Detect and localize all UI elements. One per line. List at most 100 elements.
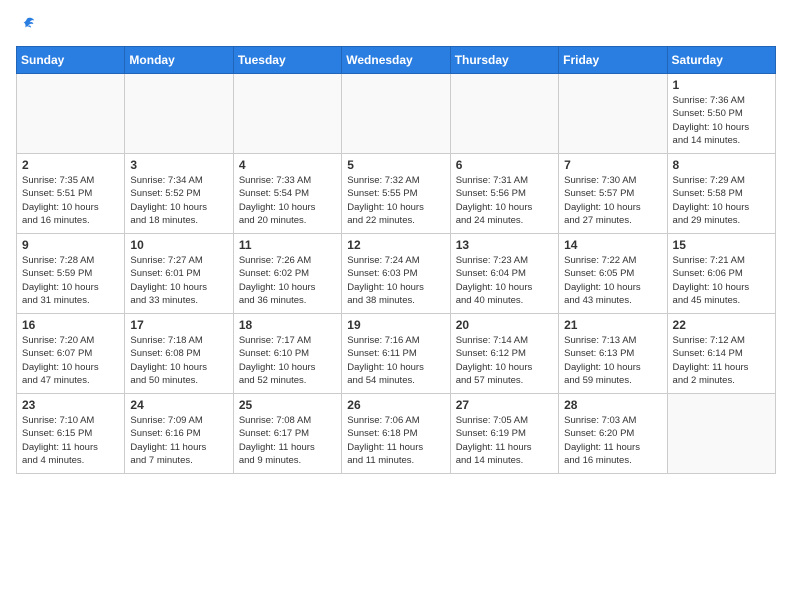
calendar-day-cell: 26 Sunrise: 7:06 AM Sunset: 6:18 PM Dayli… (342, 394, 450, 474)
day-info: Sunrise: 7:17 AM Sunset: 6:10 PM Dayligh… (239, 334, 336, 387)
day-number: 24 (130, 398, 227, 412)
day-number: 20 (456, 318, 553, 332)
calendar-day-cell: 5 Sunrise: 7:32 AM Sunset: 5:55 PM Daylig… (342, 154, 450, 234)
calendar-week-row: 2 Sunrise: 7:35 AM Sunset: 5:51 PM Daylig… (17, 154, 776, 234)
day-info: Sunrise: 7:18 AM Sunset: 6:08 PM Dayligh… (130, 334, 227, 387)
day-info: Sunrise: 7:33 AM Sunset: 5:54 PM Dayligh… (239, 174, 336, 227)
day-number: 25 (239, 398, 336, 412)
logo-bird-icon (18, 16, 36, 34)
calendar-day-cell: 10 Sunrise: 7:27 AM Sunset: 6:01 PM Dayli… (125, 234, 233, 314)
day-info: Sunrise: 7:13 AM Sunset: 6:13 PM Dayligh… (564, 334, 661, 387)
day-info: Sunrise: 7:21 AM Sunset: 6:06 PM Dayligh… (673, 254, 770, 307)
calendar-day-cell (667, 394, 775, 474)
day-number: 18 (239, 318, 336, 332)
day-info: Sunrise: 7:24 AM Sunset: 6:03 PM Dayligh… (347, 254, 444, 307)
day-number: 23 (22, 398, 119, 412)
calendar-day-cell: 27 Sunrise: 7:05 AM Sunset: 6:19 PM Dayli… (450, 394, 558, 474)
calendar-day-cell: 23 Sunrise: 7:10 AM Sunset: 6:15 PM Dayli… (17, 394, 125, 474)
day-info: Sunrise: 7:36 AM Sunset: 5:50 PM Dayligh… (673, 94, 770, 147)
day-info: Sunrise: 7:14 AM Sunset: 6:12 PM Dayligh… (456, 334, 553, 387)
calendar-day-cell: 21 Sunrise: 7:13 AM Sunset: 6:13 PM Dayli… (559, 314, 667, 394)
weekday-header-thursday: Thursday (450, 47, 558, 74)
day-number: 14 (564, 238, 661, 252)
day-info: Sunrise: 7:10 AM Sunset: 6:15 PM Dayligh… (22, 414, 119, 467)
calendar-day-cell: 9 Sunrise: 7:28 AM Sunset: 5:59 PM Daylig… (17, 234, 125, 314)
day-number: 21 (564, 318, 661, 332)
calendar-day-cell: 15 Sunrise: 7:21 AM Sunset: 6:06 PM Dayli… (667, 234, 775, 314)
calendar-day-cell: 14 Sunrise: 7:22 AM Sunset: 6:05 PM Dayli… (559, 234, 667, 314)
weekday-header-tuesday: Tuesday (233, 47, 341, 74)
day-number: 28 (564, 398, 661, 412)
day-number: 16 (22, 318, 119, 332)
day-number: 26 (347, 398, 444, 412)
day-number: 10 (130, 238, 227, 252)
weekday-header-friday: Friday (559, 47, 667, 74)
calendar-day-cell (233, 74, 341, 154)
calendar-day-cell: 8 Sunrise: 7:29 AM Sunset: 5:58 PM Daylig… (667, 154, 775, 234)
weekday-header-monday: Monday (125, 47, 233, 74)
calendar-day-cell: 12 Sunrise: 7:24 AM Sunset: 6:03 PM Dayli… (342, 234, 450, 314)
logo (16, 16, 36, 34)
calendar-week-row: 9 Sunrise: 7:28 AM Sunset: 5:59 PM Daylig… (17, 234, 776, 314)
day-info: Sunrise: 7:27 AM Sunset: 6:01 PM Dayligh… (130, 254, 227, 307)
day-number: 6 (456, 158, 553, 172)
day-number: 5 (347, 158, 444, 172)
calendar-day-cell (342, 74, 450, 154)
calendar-day-cell: 7 Sunrise: 7:30 AM Sunset: 5:57 PM Daylig… (559, 154, 667, 234)
day-info: Sunrise: 7:16 AM Sunset: 6:11 PM Dayligh… (347, 334, 444, 387)
day-info: Sunrise: 7:03 AM Sunset: 6:20 PM Dayligh… (564, 414, 661, 467)
calendar-day-cell: 20 Sunrise: 7:14 AM Sunset: 6:12 PM Dayli… (450, 314, 558, 394)
calendar-day-cell (17, 74, 125, 154)
calendar-day-cell: 16Sunrise: 7:20 AM Sunset: 6:07 PM Dayli… (17, 314, 125, 394)
calendar-day-cell (450, 74, 558, 154)
day-number: 7 (564, 158, 661, 172)
calendar-day-cell: 1 Sunrise: 7:36 AM Sunset: 5:50 PM Daylig… (667, 74, 775, 154)
day-number: 12 (347, 238, 444, 252)
day-number: 17 (130, 318, 227, 332)
day-info: Sunrise: 7:29 AM Sunset: 5:58 PM Dayligh… (673, 174, 770, 227)
calendar-day-cell: 24Sunrise: 7:09 AM Sunset: 6:16 PM Dayli… (125, 394, 233, 474)
calendar-day-cell (125, 74, 233, 154)
calendar-day-cell (559, 74, 667, 154)
calendar-week-row: 16Sunrise: 7:20 AM Sunset: 6:07 PM Dayli… (17, 314, 776, 394)
day-info: Sunrise: 7:06 AM Sunset: 6:18 PM Dayligh… (347, 414, 444, 467)
calendar-week-row: 23 Sunrise: 7:10 AM Sunset: 6:15 PM Dayli… (17, 394, 776, 474)
calendar-day-cell: 2 Sunrise: 7:35 AM Sunset: 5:51 PM Daylig… (17, 154, 125, 234)
weekday-header-sunday: Sunday (17, 47, 125, 74)
calendar-day-cell: 17 Sunrise: 7:18 AM Sunset: 6:08 PM Dayli… (125, 314, 233, 394)
day-number: 27 (456, 398, 553, 412)
day-info: Sunrise: 7:31 AM Sunset: 5:56 PM Dayligh… (456, 174, 553, 227)
calendar-day-cell: 28 Sunrise: 7:03 AM Sunset: 6:20 PM Dayli… (559, 394, 667, 474)
day-info: Sunrise: 7:22 AM Sunset: 6:05 PM Dayligh… (564, 254, 661, 307)
day-info: Sunrise: 7:28 AM Sunset: 5:59 PM Dayligh… (22, 254, 119, 307)
day-number: 15 (673, 238, 770, 252)
day-info: Sunrise: 7:30 AM Sunset: 5:57 PM Dayligh… (564, 174, 661, 227)
day-number: 11 (239, 238, 336, 252)
day-number: 13 (456, 238, 553, 252)
day-info: Sunrise: 7:32 AM Sunset: 5:55 PM Dayligh… (347, 174, 444, 227)
day-number: 2 (22, 158, 119, 172)
calendar-day-cell: 25 Sunrise: 7:08 AM Sunset: 6:17 PM Dayli… (233, 394, 341, 474)
day-number: 3 (130, 158, 227, 172)
day-info: Sunrise: 7:12 AM Sunset: 6:14 PM Dayligh… (673, 334, 770, 387)
day-info: Sunrise: 7:23 AM Sunset: 6:04 PM Dayligh… (456, 254, 553, 307)
day-number: 9 (22, 238, 119, 252)
day-info: Sunrise: 7:35 AM Sunset: 5:51 PM Dayligh… (22, 174, 119, 227)
calendar-day-cell: 18 Sunrise: 7:17 AM Sunset: 6:10 PM Dayli… (233, 314, 341, 394)
day-number: 8 (673, 158, 770, 172)
calendar-day-cell: 11Sunrise: 7:26 AM Sunset: 6:02 PM Dayli… (233, 234, 341, 314)
calendar-header-row: SundayMondayTuesdayWednesdayThursdayFrid… (17, 47, 776, 74)
day-number: 4 (239, 158, 336, 172)
day-info: Sunrise: 7:05 AM Sunset: 6:19 PM Dayligh… (456, 414, 553, 467)
calendar-day-cell: 6 Sunrise: 7:31 AM Sunset: 5:56 PM Daylig… (450, 154, 558, 234)
day-number: 1 (673, 78, 770, 92)
day-info: Sunrise: 7:34 AM Sunset: 5:52 PM Dayligh… (130, 174, 227, 227)
day-number: 19 (347, 318, 444, 332)
page-header (16, 16, 776, 34)
day-info: Sunrise: 7:08 AM Sunset: 6:17 PM Dayligh… (239, 414, 336, 467)
calendar-week-row: 1 Sunrise: 7:36 AM Sunset: 5:50 PM Daylig… (17, 74, 776, 154)
calendar-day-cell: 22Sunrise: 7:12 AM Sunset: 6:14 PM Dayli… (667, 314, 775, 394)
calendar-table: SundayMondayTuesdayWednesdayThursdayFrid… (16, 46, 776, 474)
calendar-day-cell: 4 Sunrise: 7:33 AM Sunset: 5:54 PM Daylig… (233, 154, 341, 234)
calendar-day-cell: 3 Sunrise: 7:34 AM Sunset: 5:52 PM Daylig… (125, 154, 233, 234)
